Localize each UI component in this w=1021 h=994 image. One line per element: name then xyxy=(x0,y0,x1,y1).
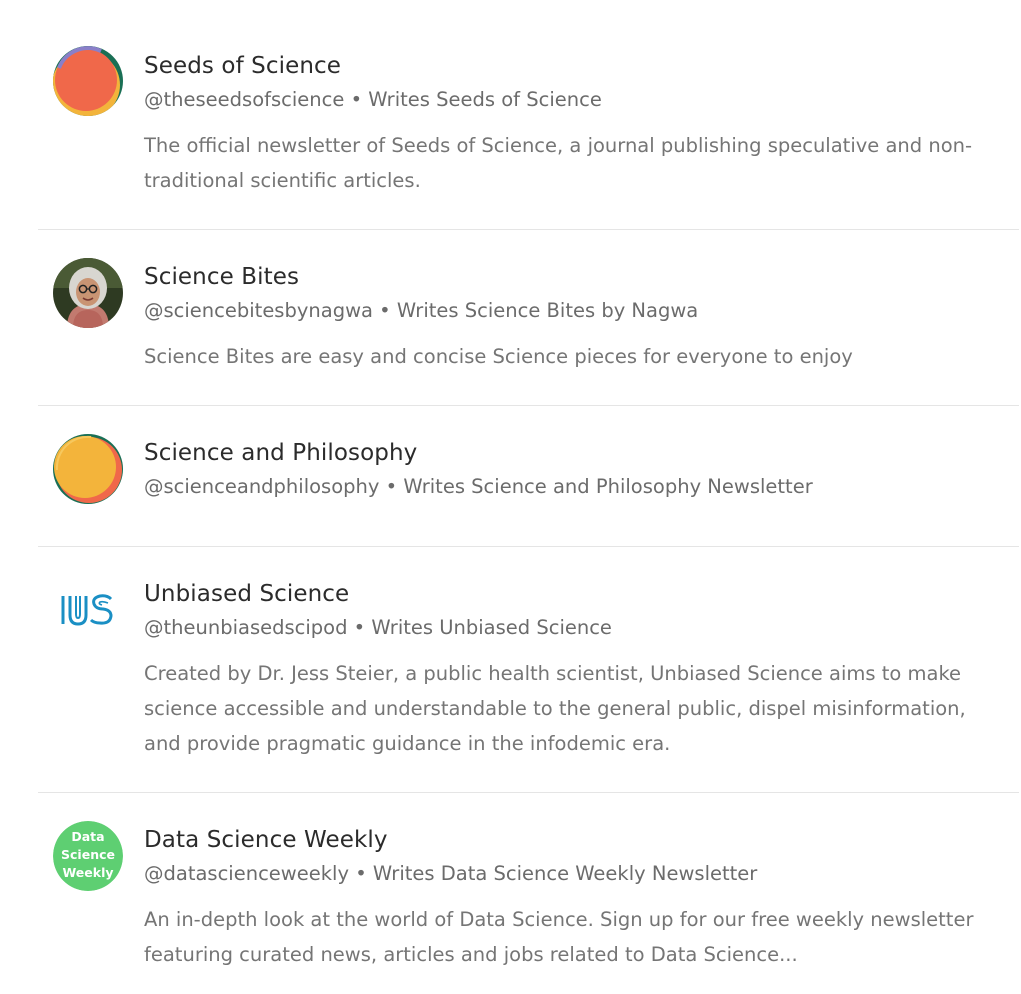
publication-description: An in-depth look at the world of Data Sc… xyxy=(144,908,974,966)
publication-writes: Writes Science and Philosophy Newsletter xyxy=(403,475,813,498)
publication-item[interactable]: Unbiased Science @theunbiasedscipod • Wr… xyxy=(38,547,1019,792)
avatar-text-line: Science xyxy=(61,847,115,862)
publication-list: Seeds of Science @theseedsofscience • Wr… xyxy=(0,0,1021,994)
publication-writes: Writes Data Science Weekly Newsletter xyxy=(372,862,758,885)
publication-item[interactable]: Science Bites @sciencebitesbynagwa • Wri… xyxy=(38,230,1019,405)
unbiased-science-logo-icon[interactable] xyxy=(53,575,123,645)
meta-separator: • xyxy=(379,475,404,498)
publication-item[interactable]: Data Science Weekly Data Science Weekly … xyxy=(38,793,1019,994)
publication-handle[interactable]: @datascienceweekly xyxy=(144,862,349,885)
publication-description: Science Bites are easy and concise Scien… xyxy=(144,345,853,368)
publication-handle[interactable]: @theseedsofscience xyxy=(144,88,344,111)
publication-meta: @sciencebitesbynagwa • Writes Science Bi… xyxy=(144,297,999,325)
science-and-philosophy-logo-icon[interactable] xyxy=(53,434,123,504)
publication-meta: @theseedsofscience • Writes Seeds of Sci… xyxy=(144,86,999,114)
publication-name[interactable]: Unbiased Science xyxy=(144,579,999,609)
publication-name[interactable]: Science and Philosophy xyxy=(144,438,999,468)
publication-writes: Writes Seeds of Science xyxy=(368,88,602,111)
publication-handle[interactable]: @theunbiasedscipod xyxy=(144,616,347,639)
publication-meta: @theunbiasedscipod • Writes Unbiased Sci… xyxy=(144,614,999,642)
publication-handle[interactable]: @scienceandphilosophy xyxy=(144,475,379,498)
publication-writes: Writes Science Bites by Nagwa xyxy=(396,299,699,322)
meta-separator: • xyxy=(344,88,369,111)
meta-separator: • xyxy=(372,299,397,322)
avatar-text-line: Weekly xyxy=(62,865,113,880)
publication-description: The official newsletter of Seeds of Scie… xyxy=(144,134,973,192)
publication-item[interactable]: Seeds of Science @theseedsofscience • Wr… xyxy=(38,0,1019,229)
avatar-text-line: Data xyxy=(71,829,104,844)
publication-name[interactable]: Data Science Weekly xyxy=(144,825,999,855)
seeds-of-science-logo-icon[interactable] xyxy=(53,46,123,116)
author-photo-icon[interactable] xyxy=(53,258,123,328)
publication-writes: Writes Unbiased Science xyxy=(371,616,612,639)
publication-meta: @datascienceweekly • Writes Data Science… xyxy=(144,860,999,888)
publication-name[interactable]: Science Bites xyxy=(144,262,999,292)
publication-meta: @scienceandphilosophy • Writes Science a… xyxy=(144,473,999,501)
meta-separator: • xyxy=(349,862,373,885)
publication-item[interactable]: Science and Philosophy @scienceandphilos… xyxy=(38,406,1019,546)
data-science-weekly-logo-icon[interactable]: Data Science Weekly xyxy=(53,821,123,891)
publication-handle[interactable]: @sciencebitesbynagwa xyxy=(144,299,373,322)
publication-description: Created by Dr. Jess Steier, a public hea… xyxy=(144,662,966,755)
publication-name[interactable]: Seeds of Science xyxy=(144,51,999,81)
meta-separator: • xyxy=(347,616,372,639)
